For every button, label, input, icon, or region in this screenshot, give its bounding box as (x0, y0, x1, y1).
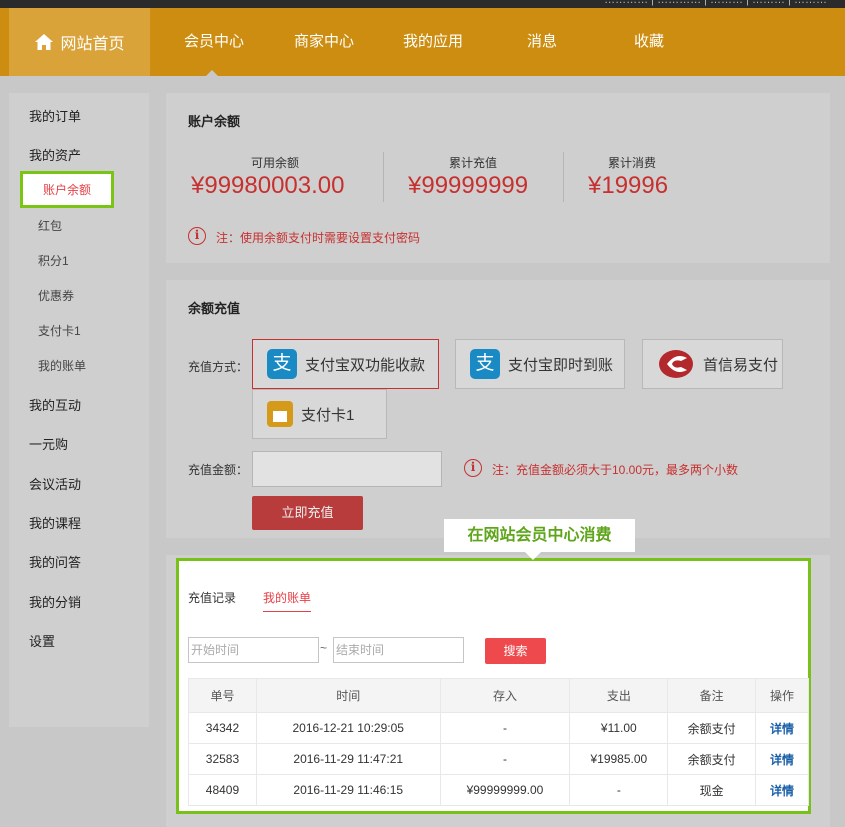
cell-remark: 余额支付 (667, 743, 757, 775)
spent-value: ¥19996 (588, 172, 669, 199)
cell-deposit: - (439, 712, 571, 744)
balance-divider (383, 152, 384, 202)
nav-active-caret (205, 70, 219, 77)
sidebar-item-assets[interactable]: 我的资产 (29, 145, 81, 164)
callout-tail (525, 552, 541, 560)
method-label-text: 支付卡1 (301, 406, 355, 424)
cell-time: 2016-12-21 10:29:05 (255, 712, 441, 744)
col-remark: 备注 (667, 678, 757, 713)
sidebar-item-orders[interactable]: 我的订单 (29, 106, 81, 125)
detail-link[interactable]: 详情 (755, 712, 809, 744)
method-label-text: 支付宝即时到账 (508, 356, 614, 374)
sidebar-item-settings[interactable]: 设置 (29, 631, 55, 650)
home-icon (35, 34, 54, 50)
col-deposit: 存入 (439, 678, 571, 713)
available-label: 可用余额 (250, 156, 299, 170)
sidebar-item-points[interactable]: 积分1 (38, 252, 69, 269)
available-value: ¥99980003.00 (191, 172, 345, 199)
method-pay-card[interactable]: 支付卡1 (252, 389, 387, 439)
nav-home-label: 网站首页 (60, 36, 125, 53)
recharge-title: 余额充值 (188, 301, 241, 316)
date-range-separator: ~ (320, 641, 328, 655)
cell-order-no: 34342 (188, 712, 257, 744)
table-row: 32583 2016-11-29 11:47:21 - ¥19985.00 余额… (188, 743, 809, 775)
search-button[interactable]: 搜索 (485, 638, 546, 664)
nav-my-apps[interactable]: 我的应用 (393, 8, 473, 76)
amount-note: 注：充值金额必须大于10.00元，最多两个小数 (492, 463, 739, 477)
col-time: 时间 (255, 678, 441, 713)
method-label-text: 支付宝双功能收款 (305, 356, 426, 374)
sidebar-item-one-yuan[interactable]: 一元购 (29, 434, 68, 453)
shouxin-logo-icon (659, 350, 693, 378)
info-icon: i (464, 459, 482, 477)
sidebar-item-meetings[interactable]: 会议活动 (29, 474, 81, 493)
alipay-icon: 支 (470, 349, 500, 379)
nav-home[interactable]: 网站首页 (9, 8, 150, 76)
start-date-input[interactable]: 开始时间 (188, 637, 319, 663)
detail-link[interactable]: 详情 (755, 774, 809, 806)
sidebar-item-qa[interactable]: 我的问答 (29, 552, 81, 571)
alipay-icon: 支 (267, 349, 297, 379)
info-icon: i (188, 227, 206, 245)
recharged-label: 累计充值 (448, 156, 497, 170)
cell-expense: ¥19985.00 (569, 743, 669, 775)
sidebar-item-interaction[interactable]: 我的互动 (29, 395, 81, 414)
recharge-button[interactable]: 立即充值 (252, 496, 363, 530)
table-row: 48409 2016-11-29 11:46:15 ¥99999999.00 -… (188, 774, 809, 806)
col-action: 操作 (755, 678, 809, 713)
balance-divider (563, 152, 564, 202)
bill-panel: 充值记录 我的账单 开始时间 ~ 结束时间 搜索 单号 时间 存入 支出 备注 … (176, 558, 811, 814)
amount-label: 充值金额： (188, 463, 249, 477)
method-label-text: 首信易支付 (703, 356, 779, 374)
cell-order-no: 32583 (188, 743, 257, 775)
main-nav: 网站首页 会员中心 商家中心 我的应用 消息 收藏 (0, 8, 845, 77)
cell-order-no: 48409 (188, 774, 257, 806)
method-alipay-instant[interactable]: 支 支付宝即时到账 (455, 339, 625, 389)
table-row: 34342 2016-12-21 10:29:05 - ¥11.00 余额支付 … (188, 712, 809, 744)
tab-recharge-records[interactable]: 充值记录 (188, 589, 236, 606)
cell-deposit: ¥99999999.00 (439, 774, 571, 806)
cell-remark: 余额支付 (667, 712, 757, 744)
cell-expense: ¥11.00 (569, 712, 669, 744)
callout-label: 在网站会员中心消费 (444, 519, 635, 552)
sidebar-item-distribution[interactable]: 我的分销 (29, 592, 81, 611)
tab-my-bills[interactable]: 我的账单 (263, 589, 312, 612)
sidebar-item-red-packet[interactable]: 红包 (38, 217, 62, 234)
nav-favorites[interactable]: 收藏 (609, 8, 689, 76)
method-label: 充值方式： (188, 360, 249, 374)
sidebar-item-account-balance[interactable]: 账户余额 (20, 171, 114, 208)
recharged-value: ¥99999999 (408, 172, 529, 199)
bill-table: 单号 时间 存入 支出 备注 操作 34342 2016-12-21 10:29… (188, 678, 809, 806)
cell-deposit: - (439, 743, 571, 775)
end-date-input[interactable]: 结束时间 (333, 637, 464, 663)
cell-remark: 现金 (667, 774, 757, 806)
cell-time: 2016-11-29 11:47:21 (255, 743, 441, 775)
cell-time: 2016-11-29 11:46:15 (255, 774, 441, 806)
sidebar-item-coupons[interactable]: 优惠券 (38, 287, 74, 304)
top-strip: ………… | ………… | ……… | ……… | ……… (0, 0, 845, 8)
amount-input[interactable] (252, 451, 442, 487)
sidebar-item-courses[interactable]: 我的课程 (29, 513, 81, 532)
col-order-no: 单号 (188, 678, 257, 713)
balance-note: 注：使用余额支付时需要设置支付密码 (216, 231, 421, 245)
method-shouxin[interactable]: 首信易支付 (642, 339, 783, 389)
nav-merchant-center[interactable]: 商家中心 (284, 8, 364, 76)
card-icon (267, 401, 293, 427)
method-alipay-dual[interactable]: 支 支付宝双功能收款 (252, 339, 439, 389)
nav-messages[interactable]: 消息 (502, 8, 582, 76)
spent-label: 累计消费 (607, 156, 656, 170)
balance-title: 账户余额 (188, 114, 241, 129)
col-expense: 支出 (569, 678, 669, 713)
detail-link[interactable]: 详情 (755, 743, 809, 775)
cell-expense: - (569, 774, 669, 806)
sidebar-item-my-bills[interactable]: 我的账单 (38, 357, 86, 374)
table-header: 单号 时间 存入 支出 备注 操作 (188, 678, 809, 713)
sidebar-item-pay-card[interactable]: 支付卡1 (38, 322, 81, 339)
nav-member-center[interactable]: 会员中心 (174, 8, 254, 76)
top-strip-text: ………… | ………… | ……… | ……… | ……… (604, 0, 827, 6)
